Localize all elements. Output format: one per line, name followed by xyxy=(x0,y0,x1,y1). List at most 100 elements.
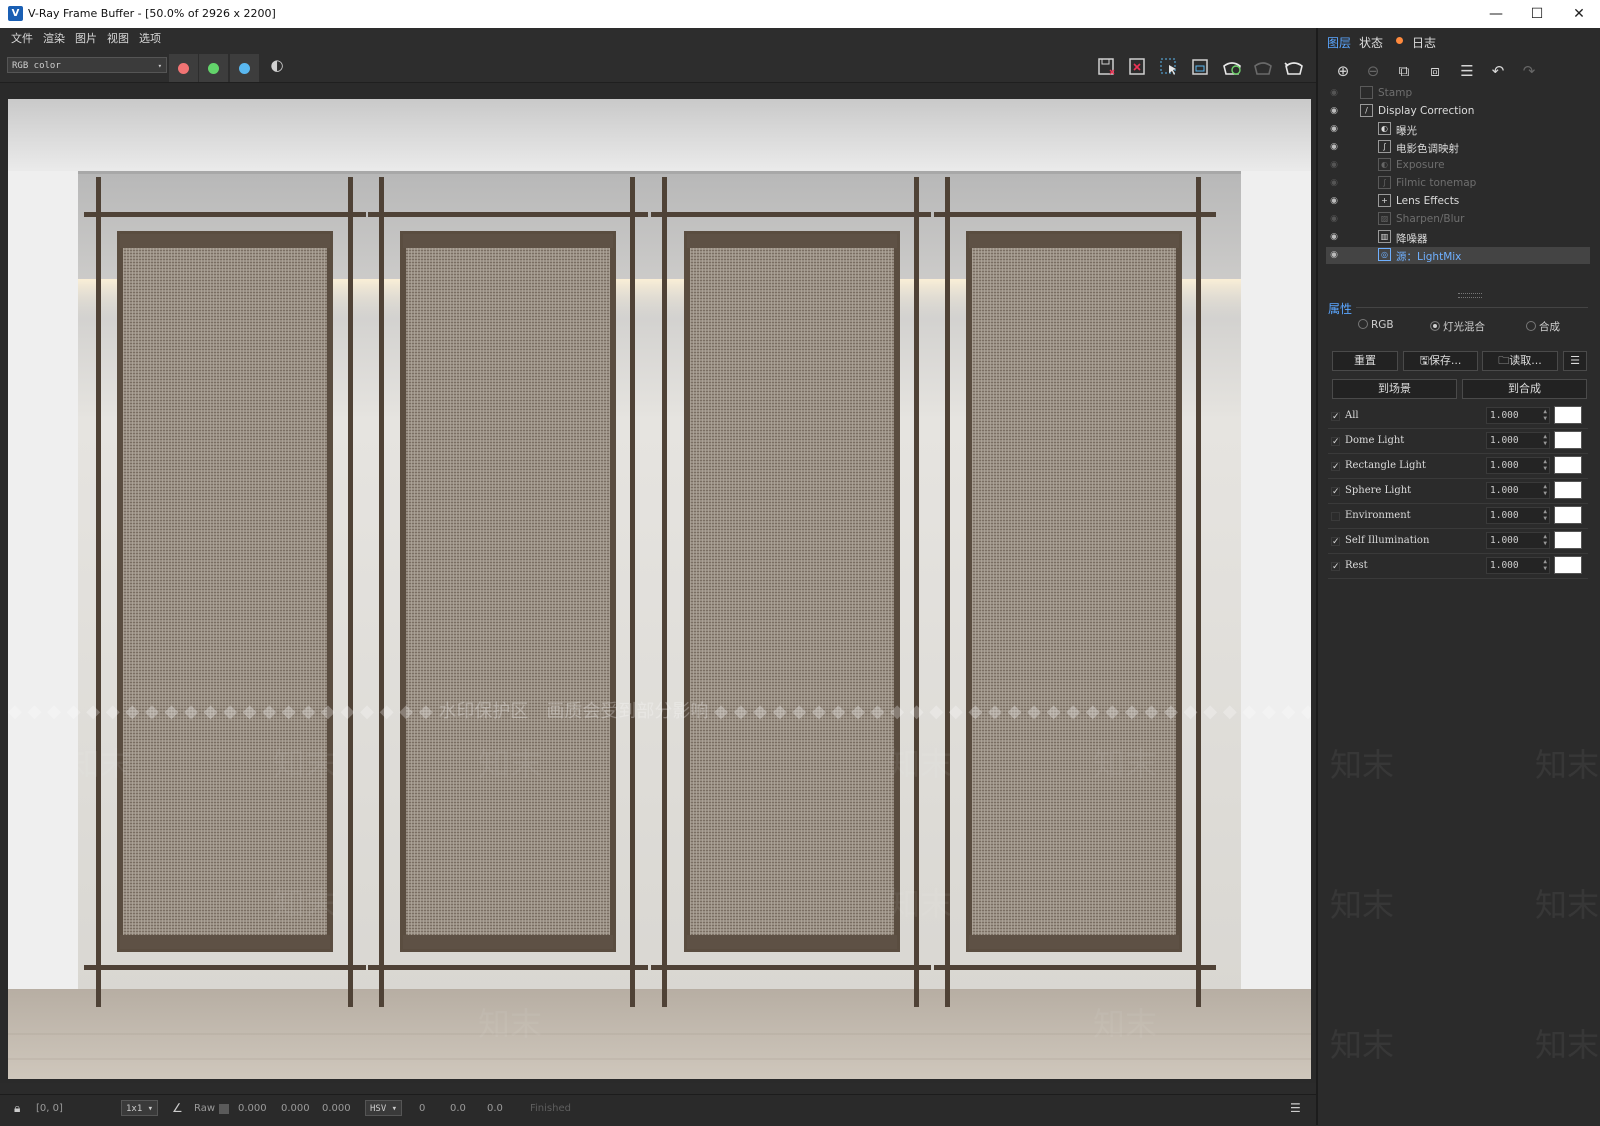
maximize-button[interactable]: ☐ xyxy=(1514,0,1560,28)
intensity-input[interactable]: 1.000 ▲ ▼ xyxy=(1486,507,1550,524)
layer-lightmix[interactable]: ◉ ◎ 源：LightMix xyxy=(1326,247,1590,264)
clear-image-icon[interactable] xyxy=(1127,57,1149,77)
layer-label: 源：LightMix xyxy=(1396,251,1462,263)
checkbox[interactable]: ✓ xyxy=(1331,412,1340,422)
to-scene-button[interactable]: 到场景 xyxy=(1332,379,1457,399)
eye-icon[interactable]: ◉ xyxy=(1328,249,1340,261)
to-composite-button[interactable]: 到合成 xyxy=(1462,379,1587,399)
layer-exposure[interactable]: ◉ ◐ Exposure xyxy=(1326,157,1590,174)
render-image[interactable]: ◆ ◆ ◆ ◆ ◆ ◆ ◆ ◆ ◆ ◆ ◆ ◆ ◆ ◆ ◆ ◆ ◆ ◆ ◆ ◆ … xyxy=(8,99,1311,1079)
eye-icon[interactable]: ◉ xyxy=(1328,195,1340,207)
layer-display-correction[interactable]: ◉ / Display Correction xyxy=(1326,103,1590,120)
green-channel-button[interactable] xyxy=(199,54,228,82)
spinner-icon[interactable]: ▲ ▼ xyxy=(1543,533,1547,547)
monochrome-icon[interactable]: ◐ xyxy=(266,55,288,75)
close-button[interactable]: ✕ xyxy=(1556,0,1600,28)
left-splitter[interactable] xyxy=(0,150,3,1050)
eye-off-icon[interactable]: ◉ xyxy=(1328,87,1340,99)
color-swatch-button[interactable] xyxy=(1554,456,1582,474)
eye-icon[interactable]: ◉ xyxy=(1328,231,1340,243)
eye-icon[interactable]: ◉ xyxy=(1328,105,1340,117)
color-swatch-button[interactable] xyxy=(1554,481,1582,499)
lightmix-menu-button[interactable]: ☰ xyxy=(1563,351,1587,371)
spinner-icon[interactable]: ▲ ▼ xyxy=(1543,508,1547,522)
tab-layers[interactable]: 图层 xyxy=(1327,34,1351,50)
spinner-icon[interactable]: ▲ ▼ xyxy=(1543,558,1547,572)
lightmix-row-dome: ✓ Dome Light 1.000 ▲ ▼ xyxy=(1328,429,1588,454)
minimize-button[interactable]: — xyxy=(1473,0,1519,28)
undo-icon[interactable]: ↶ xyxy=(1486,60,1510,82)
intensity-input[interactable]: 1.000 ▲ ▼ xyxy=(1486,482,1550,499)
intensity-input[interactable]: 1.000 ▲ ▼ xyxy=(1486,407,1550,424)
zoom-select[interactable]: 1x1 ▾ xyxy=(121,1100,159,1116)
checkbox[interactable]: ✓ xyxy=(1331,462,1340,472)
intensity-input[interactable]: 1.000 ▲ ▼ xyxy=(1486,432,1550,449)
tab-stats[interactable]: 状态 xyxy=(1359,34,1383,50)
layer-exposure-cn[interactable]: ◉ ◐ 曝光 xyxy=(1326,121,1590,138)
layer-filmic-cn[interactable]: ◉ ∫ 电影色调映射 xyxy=(1326,139,1590,156)
log-alert-dot xyxy=(1396,37,1403,44)
intensity-input[interactable]: 1.000 ▲ ▼ xyxy=(1486,557,1550,574)
color-swatch-button[interactable] xyxy=(1554,531,1582,549)
color-swatch-button[interactable] xyxy=(1554,506,1582,524)
screen-frame-3 xyxy=(651,177,931,1007)
render-teapot-icon[interactable] xyxy=(1283,57,1305,77)
lightmix-row-environment: Environment 1.000 ▲ ▼ xyxy=(1328,504,1588,529)
menu-file[interactable]: 文件 xyxy=(6,28,38,50)
blue-channel-button[interactable] xyxy=(230,54,259,82)
spinner-icon[interactable]: ▲ ▼ xyxy=(1543,458,1547,472)
sharpen-icon: ▨ xyxy=(1378,212,1391,225)
region-render-icon[interactable] xyxy=(1158,57,1180,77)
eye-icon[interactable]: ◉ xyxy=(1328,141,1340,153)
menu-image[interactable]: 图片 xyxy=(70,28,102,50)
save-image-icon[interactable] xyxy=(1096,57,1118,77)
layer-denoiser[interactable]: ◉ ▥ 降噪器 xyxy=(1326,229,1590,246)
layer-filmic-tonemap[interactable]: ◉ ∫ Filmic tonemap xyxy=(1326,175,1590,192)
color-swatch-button[interactable] xyxy=(1554,556,1582,574)
eye-off-icon[interactable]: ◉ xyxy=(1328,159,1340,171)
menu-view[interactable]: 视图 xyxy=(102,28,134,50)
spinner-icon[interactable]: ▲ ▼ xyxy=(1543,408,1547,422)
load-button[interactable]: 🗀︎读取... xyxy=(1482,351,1558,371)
checkbox[interactable]: ✓ xyxy=(1331,562,1340,572)
checkbox[interactable]: ✓ xyxy=(1331,437,1340,447)
save-layers-icon[interactable]: ⧉ xyxy=(1392,60,1416,82)
spinner-icon[interactable]: ▲ ▼ xyxy=(1543,483,1547,497)
eye-off-icon[interactable]: ◉ xyxy=(1328,213,1340,225)
layers-splitter[interactable] xyxy=(1458,293,1482,298)
tab-log[interactable]: 日志 xyxy=(1412,34,1436,50)
light-label: Dome Light xyxy=(1345,435,1405,446)
eye-off-icon[interactable]: ◉ xyxy=(1328,177,1340,189)
intensity-input[interactable]: 1.000 ▲ ▼ xyxy=(1486,532,1550,549)
checkbox[interactable]: ✓ xyxy=(1331,487,1340,497)
color-swatch-button[interactable] xyxy=(1554,406,1582,424)
menu-options[interactable]: 选项 xyxy=(134,28,166,50)
load-layers-icon[interactable]: ⧈ xyxy=(1423,60,1447,82)
save-button[interactable]: 🖫︎保存... xyxy=(1403,351,1478,371)
layer-sharpen-blur[interactable]: ◉ ▨ Sharpen/Blur xyxy=(1326,211,1590,228)
layer-presets-icon[interactable]: ☰ xyxy=(1455,60,1479,82)
checkbox[interactable]: ✓ xyxy=(1331,537,1340,547)
radio-composite[interactable]: 合成 xyxy=(1526,319,1560,334)
layer-lens-effects[interactable]: ◉ + Lens Effects xyxy=(1326,193,1590,210)
log-toggle-icon[interactable]: ☰ xyxy=(1290,1101,1301,1115)
eye-icon[interactable]: ◉ xyxy=(1328,123,1340,135)
render-interactive-icon[interactable] xyxy=(1221,57,1243,77)
checkbox[interactable] xyxy=(1331,512,1340,521)
color-swatch-button[interactable] xyxy=(1554,431,1582,449)
menu-render[interactable]: 渲染 xyxy=(38,28,70,50)
intensity-input[interactable]: 1.000 ▲ ▼ xyxy=(1486,457,1550,474)
radio-lightmix[interactable]: 灯光混合 xyxy=(1430,319,1485,334)
layer-stamp[interactable]: ◉ Stamp xyxy=(1326,85,1590,102)
radio-rgb[interactable]: RGB xyxy=(1358,319,1394,331)
color-mode-select[interactable]: HSV ▾ xyxy=(365,1100,403,1116)
lock-icon[interactable]: 🔒︎ xyxy=(14,1101,20,1116)
spinner-icon[interactable]: ▲ ▼ xyxy=(1543,433,1547,447)
window-title: V-Ray Frame Buffer - [50.0% of 2926 x 22… xyxy=(28,7,276,20)
red-channel-button[interactable] xyxy=(169,54,198,82)
reset-button[interactable]: 重置 xyxy=(1332,351,1398,371)
add-layer-icon[interactable]: ⊕ xyxy=(1331,60,1355,82)
channel-select[interactable]: RGB color ▾ xyxy=(7,57,167,73)
status-bar: 🔒︎ [0, 0] 1x1 ▾ ∠ Raw 0.000 0.000 0.000 … xyxy=(0,1094,1316,1126)
track-mouse-icon[interactable] xyxy=(1189,57,1211,77)
